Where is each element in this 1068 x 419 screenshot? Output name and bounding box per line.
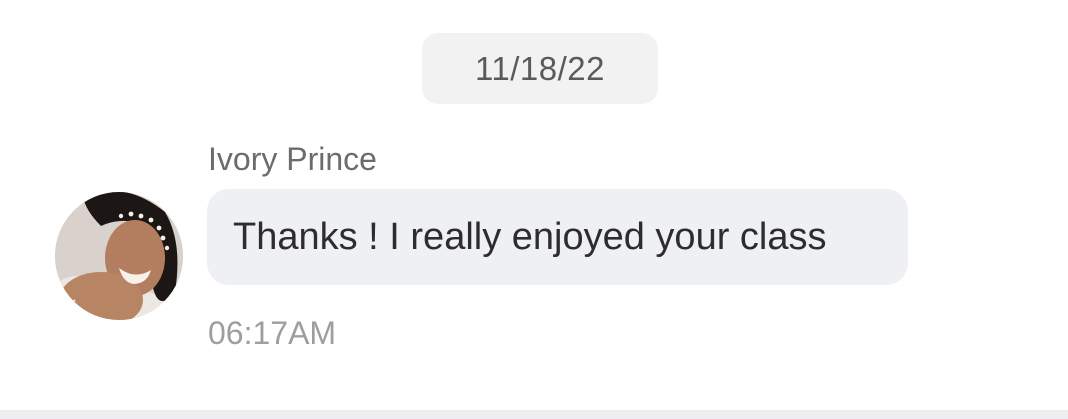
date-separator: 11/18/22	[422, 33, 658, 104]
date-separator-label: 11/18/22	[474, 49, 605, 87]
sender-name: Ivory Prince	[208, 141, 377, 177]
message-timestamp: 06:17AM	[208, 315, 337, 351]
message-bubble[interactable]: Thanks ! I really enjoyed your class	[207, 189, 908, 285]
avatar-photo-icon	[55, 192, 183, 320]
avatar[interactable]	[55, 192, 183, 320]
bottom-divider	[0, 410, 1068, 419]
message-text: Thanks ! I really enjoyed your class	[233, 215, 827, 258]
